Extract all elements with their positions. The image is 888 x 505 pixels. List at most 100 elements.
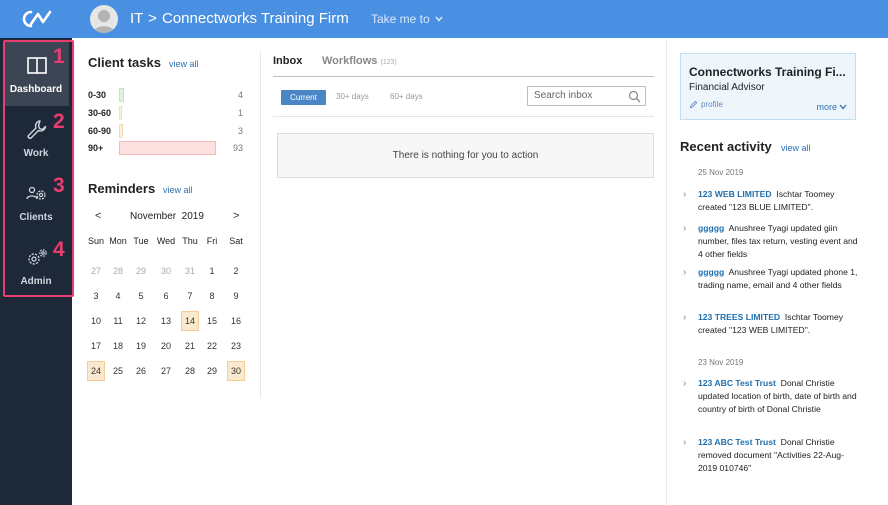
calendar-day[interactable]: 26: [132, 361, 150, 381]
breadcrumb-separator: >: [148, 10, 157, 27]
calendar-day[interactable]: 9: [227, 286, 245, 306]
tab-workflows[interactable]: Workflows (123): [322, 55, 397, 67]
calendar-weekday: Thu: [182, 236, 198, 246]
calendar-day[interactable]: 3: [87, 286, 105, 306]
calendar-weekday: Wed: [156, 236, 176, 246]
calendar-day[interactable]: 27: [87, 261, 105, 281]
calendar-day[interactable]: 20: [157, 336, 175, 356]
app-logo-icon[interactable]: [0, 0, 72, 38]
calendar-day[interactable]: 8: [203, 286, 221, 306]
profile-card: Connectworks Training Fi... Financial Ad…: [680, 53, 856, 120]
calendar-day[interactable]: 21: [181, 336, 199, 356]
activity-entity-link[interactable]: 123 ABC Test Trust: [698, 437, 776, 447]
task-bucket-label: 60-90: [88, 126, 112, 136]
calendar-day[interactable]: 24: [87, 361, 105, 381]
task-bucket-label: 0-30: [88, 90, 107, 100]
calendar-day[interactable]: 7: [181, 286, 199, 306]
tabs-underline: [273, 76, 654, 77]
calendar-day[interactable]: 22: [203, 336, 221, 356]
search-icon: [628, 90, 641, 103]
calendar-day[interactable]: 15: [203, 311, 221, 331]
calendar-weekday: Sat: [229, 236, 243, 246]
tab-inbox[interactable]: Inbox: [273, 55, 302, 67]
clients-gear-icon: [26, 186, 46, 200]
task-bucket-row[interactable]: 30-60 1: [88, 106, 243, 120]
breadcrumb-root[interactable]: IT: [130, 0, 143, 38]
task-bucket-bar: [119, 141, 216, 155]
calendar-day[interactable]: 2: [227, 261, 245, 281]
take-me-to-label: Take me to: [371, 12, 430, 26]
client-tasks-title: Client tasks: [88, 55, 161, 70]
annotation-number: 2: [53, 110, 65, 133]
chevron-right-icon[interactable]: >: [233, 210, 239, 222]
profile-link[interactable]: profile: [689, 100, 723, 109]
calendar-month-label: November 2019: [130, 211, 204, 222]
calendar-day[interactable]: 30: [157, 261, 175, 281]
calendar-day[interactable]: 19: [132, 336, 150, 356]
more-label: more: [816, 102, 837, 112]
calendar-day[interactable]: 28: [181, 361, 199, 381]
calendar-day[interactable]: 16: [227, 311, 245, 331]
activity-entity-link[interactable]: ggggg: [698, 223, 724, 233]
calendar-day[interactable]: 5: [132, 286, 150, 306]
reminders-view-all-link[interactable]: view all: [163, 185, 193, 195]
sidebar-item-label: Admin: [20, 276, 52, 287]
task-bucket-label: 30-60: [88, 108, 112, 118]
calendar-day[interactable]: 28: [109, 261, 127, 281]
calendar-day[interactable]: 14: [181, 311, 199, 331]
task-bucket-row[interactable]: 90+ 93: [88, 141, 243, 155]
profile-link-label: profile: [701, 100, 723, 109]
calendar-day[interactable]: 31: [181, 261, 199, 281]
calendar-weekday: Fri: [206, 236, 218, 246]
pencil-icon: [689, 100, 698, 109]
activity-entity-link[interactable]: 123 TREES LIMITED: [698, 312, 780, 322]
calendar-day[interactable]: 17: [87, 336, 105, 356]
search-inbox-input[interactable]: Search inbox: [527, 86, 646, 106]
calendar-day[interactable]: 6: [157, 286, 175, 306]
activity-entity-link[interactable]: ggggg: [698, 267, 724, 277]
chevron-left-icon[interactable]: <: [95, 210, 101, 222]
calendar-day[interactable]: 4: [109, 286, 127, 306]
take-me-to-dropdown[interactable]: Take me to: [371, 0, 443, 38]
column-divider: [260, 52, 261, 398]
calendar-day[interactable]: 18: [109, 336, 127, 356]
calendar-day[interactable]: 13: [157, 311, 175, 331]
calendar-day[interactable]: 1: [203, 261, 221, 281]
more-button[interactable]: more: [816, 102, 847, 112]
activity-view-all-link[interactable]: view all: [781, 143, 811, 153]
calendar-day[interactable]: 23: [227, 336, 245, 356]
calendar-day[interactable]: 25: [109, 361, 127, 381]
filter-current-button[interactable]: Current: [281, 90, 326, 105]
calendar-day[interactable]: 29: [132, 261, 150, 281]
calendar-day[interactable]: 12: [132, 311, 150, 331]
calendar-day[interactable]: 11: [109, 311, 127, 331]
calendar-day[interactable]: 10: [87, 311, 105, 331]
task-bucket-bar: [119, 88, 124, 102]
chevron-right-icon: ›: [683, 189, 687, 200]
activity-date: 25 Nov 2019: [698, 168, 744, 177]
chevron-right-icon: ›: [683, 378, 687, 389]
filter-60-days-button[interactable]: 60+ days: [390, 92, 423, 101]
workflows-count: (123): [380, 59, 397, 66]
task-bucket-row[interactable]: 0-30 4: [88, 88, 243, 102]
activity-entity-link[interactable]: 123 WEB LIMITED: [698, 189, 772, 199]
filter-divider: [273, 116, 654, 117]
task-bucket-label: 90+: [88, 143, 104, 153]
task-bucket-bar: [119, 106, 122, 120]
empty-inbox-message: There is nothing for you to action: [277, 133, 654, 178]
filter-30-days-button[interactable]: 30+ days: [336, 92, 369, 101]
client-tasks-view-all-link[interactable]: view all: [169, 59, 199, 69]
breadcrumb-firm[interactable]: Connectworks Training Firm: [162, 0, 349, 38]
task-bucket-bar: [119, 124, 123, 138]
calendar-day[interactable]: 29: [203, 361, 221, 381]
sidebar-item-label: Clients: [19, 212, 53, 223]
calendar-day[interactable]: 27: [157, 361, 175, 381]
reminders-title: Reminders: [88, 181, 156, 196]
task-bucket-row[interactable]: 60-90 3: [88, 124, 243, 138]
activity-entity-link[interactable]: 123 ABC Test Trust: [698, 378, 776, 388]
user-avatar[interactable]: [90, 5, 118, 33]
calendar-day[interactable]: 30: [227, 361, 245, 381]
sidebar-item-label: Dashboard: [9, 84, 63, 95]
calendar-weekday: Sun: [87, 236, 104, 246]
search-placeholder: Search inbox: [534, 90, 593, 101]
